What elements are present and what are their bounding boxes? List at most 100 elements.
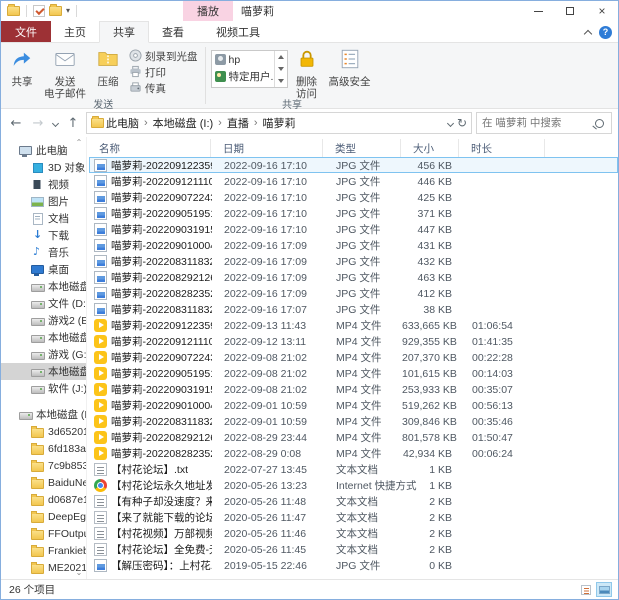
sidebar-item-music[interactable]: 音乐: [1, 244, 86, 261]
tab-view[interactable]: 查看: [149, 21, 197, 42]
table-row[interactable]: 喵萝莉-2022083118322...2022-09-01 10:59MP4 …: [89, 413, 618, 429]
address-dropdown-icon[interactable]: [447, 119, 454, 126]
table-row[interactable]: 喵萝莉-2022090319153...2022-09-08 21:02MP4 …: [89, 381, 618, 397]
table-row[interactable]: 喵萝莉-2022091211103...2022-09-16 17:10JPG …: [89, 173, 618, 189]
table-row[interactable]: 喵萝莉-2022082823520...2022-08-29 0:08MP4 文…: [89, 445, 618, 461]
sidebar-item-drive[interactable]: 本地磁盘 (F:: [1, 329, 86, 346]
maximize-button[interactable]: [554, 1, 586, 21]
zip-button[interactable]: 压缩: [91, 45, 125, 88]
table-row[interactable]: 喵萝莉-2022091223595...2022-09-13 11:43MP4 …: [89, 317, 618, 333]
table-row[interactable]: 喵萝莉-2022090722431...2022-09-08 21:02MP4 …: [89, 349, 618, 365]
breadcrumb-segment[interactable]: 喵萝莉: [263, 115, 296, 131]
table-row[interactable]: 【村花论坛】全免费-无...2020-05-26 11:45文本文档2 KB: [89, 541, 618, 557]
sidebar-item-folder[interactable]: 6fd183a818: [1, 440, 86, 457]
column-header-type[interactable]: 类型: [323, 139, 401, 157]
breadcrumb-separator[interactable]: ›: [141, 117, 151, 129]
gallery-scroll-up[interactable]: [275, 51, 287, 63]
table-row[interactable]: 喵萝莉-2022082921263...2022-08-29 23:44MP4 …: [89, 429, 618, 445]
column-header-size[interactable]: 大小: [401, 139, 459, 157]
sidebar-item-pictures[interactable]: 图片: [1, 193, 86, 210]
sidebar-item-downloads[interactable]: 下载: [1, 227, 86, 244]
table-row[interactable]: 喵萝莉-2022082921263...2022-09-16 17:09JPG …: [89, 269, 618, 285]
sidebar-item-video[interactable]: 视频: [1, 176, 86, 193]
tab-home[interactable]: 主页: [51, 21, 99, 42]
table-row[interactable]: 喵萝莉-2022083118322...2022-09-16 17:07JPG …: [89, 301, 618, 317]
breadcrumb-segment[interactable]: 此电脑: [106, 115, 139, 131]
sidebar-item-folder[interactable]: Frankiebun: [1, 542, 86, 559]
table-row[interactable]: 【村花论坛永久地址发...2020-05-26 13:23Internet 快捷…: [89, 477, 618, 493]
burn-disc-button[interactable]: 刻录到光盘: [127, 49, 200, 64]
recent-locations-dropdown-icon[interactable]: [52, 119, 59, 126]
minimize-button[interactable]: [522, 1, 554, 21]
sidebar-item-folder[interactable]: DeepEggs: [1, 508, 86, 525]
sidebar-item-folder[interactable]: 3d65201cf4: [1, 423, 86, 440]
sidebar-item-drive[interactable]: 软件 (J:): [1, 380, 86, 397]
sidebar-item-drive[interactable]: 本地磁盘 (I:): [1, 406, 86, 423]
search-box[interactable]: [476, 112, 612, 134]
sidebar-item-desktop[interactable]: 桌面: [1, 261, 86, 278]
sidebar-item-folder[interactable]: ME2021010: [1, 559, 86, 576]
search-input[interactable]: [477, 117, 595, 129]
sidebar-item-drive[interactable]: 本地磁盘 (C: [1, 278, 86, 295]
sidebar-item-cube[interactable]: 3D 对象: [1, 159, 86, 176]
customize-qat-dropdown-icon[interactable]: ▾: [66, 7, 70, 15]
tab-video-tools[interactable]: 视频工具: [203, 21, 273, 42]
forward-button[interactable]: →: [29, 116, 47, 131]
fax-button[interactable]: 传真: [127, 81, 200, 96]
sidebar-item-documents[interactable]: 文档: [1, 210, 86, 227]
table-row[interactable]: 【村花视频】万部视频...2020-05-26 11:46文本文档2 KB: [89, 525, 618, 541]
sidebar-scroll-down-icon[interactable]: ⌄: [75, 569, 83, 577]
search-icon[interactable]: [595, 119, 604, 128]
sidebar-item-drive[interactable]: 本地磁盘 (I:): [1, 363, 86, 380]
email-button[interactable]: 发送 电子邮件: [39, 45, 91, 100]
gallery-scroll-down[interactable]: [275, 63, 287, 75]
back-button[interactable]: ←: [7, 116, 25, 131]
gallery-more-button[interactable]: [275, 75, 287, 87]
column-header-name[interactable]: 名称: [89, 139, 211, 157]
properties-icon[interactable]: [33, 5, 45, 17]
close-button[interactable]: ×: [586, 1, 618, 21]
share-with-specific-users[interactable]: 特定用户...: [212, 68, 274, 85]
remove-access-button[interactable]: 删除 访问: [290, 45, 324, 100]
column-header-duration[interactable]: 时长: [459, 139, 545, 157]
table-row[interactable]: 【解压密码】：上村花...2019-05-15 22:46JPG 文件0 KB: [89, 557, 618, 573]
table-row[interactable]: 喵萝莉-2022090519514...2022-09-08 21:02MP4 …: [89, 365, 618, 381]
new-folder-icon[interactable]: [49, 6, 62, 16]
advanced-security-button[interactable]: 高级安全: [324, 45, 376, 88]
table-row[interactable]: 【来了就能下载的论坛...2020-05-26 11:47文本文档2 KB: [89, 509, 618, 525]
column-header-date[interactable]: 日期: [211, 139, 323, 157]
details-view-button[interactable]: [578, 582, 594, 597]
tab-share[interactable]: 共享: [99, 21, 149, 43]
breadcrumb-segment[interactable]: 直播: [227, 115, 249, 131]
help-icon[interactable]: ?: [599, 26, 612, 39]
table-row[interactable]: 喵萝莉-2022090100045...2022-09-16 17:09JPG …: [89, 237, 618, 253]
table-row[interactable]: 【有种子却没速度？来...2020-05-26 11:48文本文档2 KB: [89, 493, 618, 509]
sidebar-item-folder[interactable]: 7c9b8532a: [1, 457, 86, 474]
breadcrumb-separator[interactable]: ›: [251, 117, 261, 129]
refresh-icon[interactable]: ↻: [457, 116, 467, 130]
sidebar-item-drive[interactable]: 游戏2 (E:): [1, 312, 86, 329]
breadcrumb-segment[interactable]: 本地磁盘 (I:): [153, 115, 214, 131]
sidebar-item-drive[interactable]: 游戏 (G:): [1, 346, 86, 363]
table-row[interactable]: 喵萝莉-2022090319153...2022-09-16 17:10JPG …: [89, 221, 618, 237]
share-with-user-hp[interactable]: hp: [212, 51, 274, 68]
collapse-ribbon-icon[interactable]: [584, 29, 592, 37]
share-button[interactable]: 共享: [5, 45, 39, 88]
table-row[interactable]: 喵萝莉-2022082823520...2022-09-16 17:09JPG …: [89, 285, 618, 301]
table-row[interactable]: 喵萝莉-2022090100045...2022-09-01 10:59MP4 …: [89, 397, 618, 413]
tab-file[interactable]: 文件: [1, 21, 51, 42]
print-button[interactable]: 打印: [127, 65, 200, 80]
sidebar-item-folder[interactable]: d0687e1c9: [1, 491, 86, 508]
table-row[interactable]: 喵萝莉-2022083118322...2022-09-16 17:09JPG …: [89, 253, 618, 269]
sidebar-item-folder[interactable]: FFOutput: [1, 525, 86, 542]
table-row[interactable]: 【村花论坛】.txt2022-07-27 13:45文本文档1 KB: [89, 461, 618, 477]
sidebar-item-folder[interactable]: BaiduNetdi: [1, 474, 86, 491]
up-button[interactable]: ↑: [64, 116, 82, 131]
table-row[interactable]: 喵萝莉-2022091223595...2022-09-16 17:10JPG …: [89, 157, 618, 173]
breadcrumb-separator[interactable]: ›: [215, 117, 225, 129]
table-row[interactable]: 喵萝莉-2022090519514...2022-09-16 17:10JPG …: [89, 205, 618, 221]
thumbnail-view-button[interactable]: [596, 582, 612, 597]
address-box[interactable]: 此电脑›本地磁盘 (I:)›直播›喵萝莉 ↻: [86, 112, 472, 134]
sidebar-item-computer[interactable]: 此电脑: [1, 142, 86, 159]
sidebar-scroll-up-icon[interactable]: ⌃: [75, 139, 83, 147]
